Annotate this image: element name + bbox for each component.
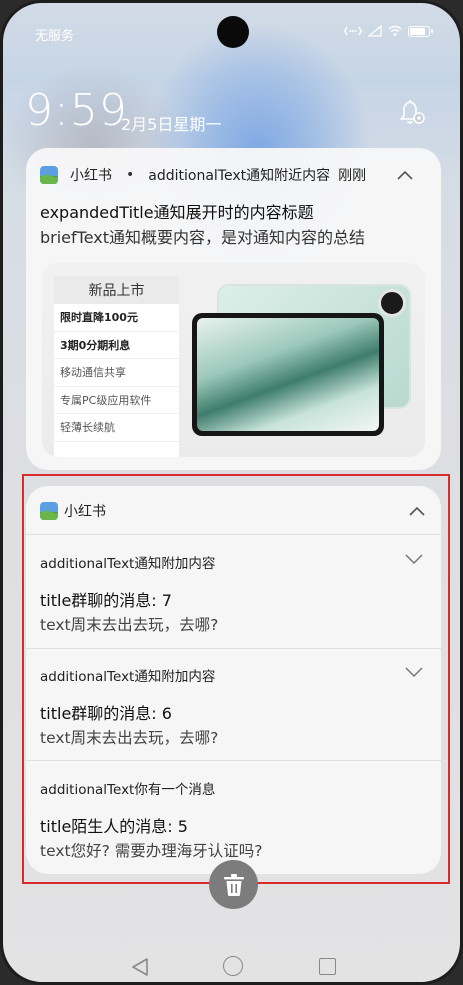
promo-item: 轻薄长续航 (54, 414, 179, 442)
app-name: 小红书 (70, 168, 112, 184)
nav-home-icon[interactable] (223, 956, 243, 976)
lockscreen-time: 9:59 (25, 85, 128, 136)
navigation-bar (3, 953, 460, 981)
lockscreen-date: 2月5日星期一 (121, 115, 222, 134)
tablet-camera-image (378, 289, 406, 317)
wifi-icon (388, 25, 402, 36)
nav-recents-icon[interactable] (319, 958, 336, 975)
additional-text: additionalText通知附近内容 (148, 168, 331, 184)
battery-level (410, 27, 425, 35)
nfc-icon (344, 26, 362, 36)
notification-card-expanded[interactable]: 小红书 • additionalText通知附近内容 刚刚 expandedTi… (26, 148, 441, 470)
settings-bell-icon[interactable] (397, 97, 427, 127)
clear-all-button[interactable] (209, 860, 258, 909)
carrier-label: 无服务 (35, 29, 75, 44)
status-bar: 无服务 (35, 25, 433, 45)
promo-item: 3期0分期利息 (54, 332, 179, 359)
nav-back-icon[interactable] (131, 957, 149, 977)
promo-title: 新品上市 (54, 276, 179, 304)
separator: • (126, 167, 135, 183)
status-icons (344, 25, 433, 37)
tablet-screen-image (197, 318, 379, 431)
chevron-up-icon[interactable] (397, 170, 413, 180)
promo-item: 限时直降100元 (54, 304, 179, 332)
promo-image: 新品上市 限时直降100元 3期0分期利息 移动通信共享 专属PC级应用软件 轻… (42, 263, 425, 457)
tablet-front-image (192, 313, 384, 436)
promo-item: 专属PC级应用软件 (54, 387, 179, 414)
signal-icon (368, 25, 382, 37)
trash-icon (223, 873, 244, 896)
notification-header: 小红书 • additionalText通知附近内容 刚刚 (40, 164, 427, 186)
app-icon (40, 166, 58, 184)
highlight-box (22, 474, 450, 884)
phone-screen: 无服务 9:59 2月5日星期一 小红书 • additionalText通知附… (0, 0, 463, 985)
promo-feature-list: 新品上市 限时直降100元 3期0分期利息 移动通信共享 专属PC级应用软件 轻… (54, 276, 179, 457)
notification-time: 刚刚 (338, 168, 367, 184)
battery-icon (408, 25, 433, 37)
brief-text: briefText通知概要内容，是对通知内容的总结 (40, 228, 366, 247)
promo-item: 移动通信共享 (54, 359, 179, 387)
expanded-title: expandedTitle通知展开时的内容标题 (40, 203, 314, 222)
